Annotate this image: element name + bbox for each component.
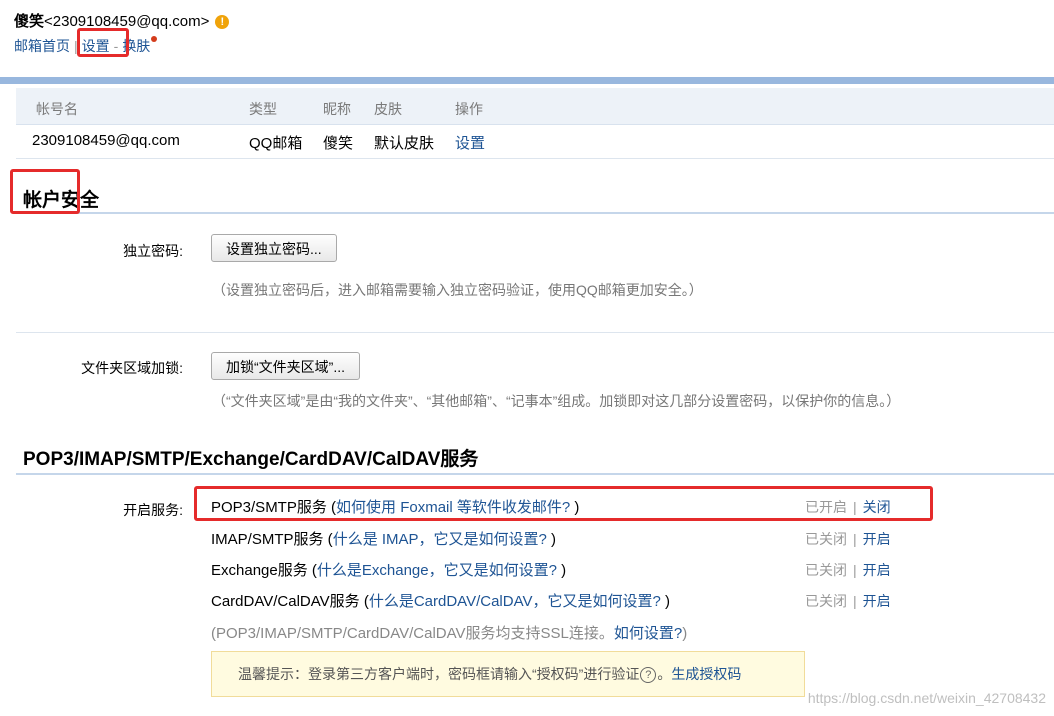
mailbox-home-link[interactable]: 邮箱首页 [14, 38, 70, 54]
status-separator: | [853, 593, 857, 609]
top-blue-bar [0, 77, 1054, 84]
row-divider [16, 158, 1054, 159]
set-password-button[interactable]: 设置独立密码... [211, 234, 337, 262]
service-status: 已关闭 [805, 562, 847, 578]
service-status: 已关闭 [805, 593, 847, 609]
status-separator: | [853, 531, 857, 547]
status-separator: | [853, 562, 857, 578]
paren-open: ( [307, 562, 317, 579]
password-note: （设置独立密码后，进入邮箱需要输入独立密码验证，使用QQ邮箱更加安全。） [212, 282, 703, 298]
account-email: 2309108459@qq.com [32, 132, 180, 149]
enable-service-label: 开启服务: [123, 502, 183, 518]
service-help-link[interactable]: 什么是 IMAP，它又是如何设置? [333, 531, 547, 548]
account-type: QQ邮箱 [249, 135, 303, 152]
notification-dot-icon [151, 36, 158, 42]
paren-open: ( [323, 531, 333, 548]
account-settings-link[interactable]: 设置 [455, 132, 485, 153]
section-divider [16, 473, 1054, 475]
ssl-note-close: ) [682, 625, 688, 642]
row-divider [16, 332, 1054, 333]
generate-auth-code-link[interactable]: 生成授权码 [671, 666, 741, 682]
question-mark-icon[interactable]: ? [640, 667, 657, 684]
folder-lock-label: 文件夹区域加锁: [81, 360, 183, 376]
service-exchange: Exchange服务 (什么是Exchange，它又是如何设置? ) [211, 559, 566, 580]
service-name: Exchange服务 [211, 562, 308, 579]
service-imap-status: 已关闭 | 开启 [805, 529, 891, 549]
account-table-header: 帐号名 类型 昵称 皮肤 操作 [16, 88, 1054, 125]
account-skin: 默认皮肤 [374, 135, 435, 152]
service-toggle-link[interactable]: 开启 [863, 531, 891, 547]
paren-close: ) [660, 593, 670, 610]
paren-open: ( [359, 593, 369, 610]
service-toggle-link[interactable]: 开启 [863, 562, 891, 578]
service-name: CardDAV/CalDAV服务 [211, 593, 360, 610]
watermark: https://blog.csdn.net/weixin_42708432 [807, 690, 1046, 706]
independent-password-label: 独立密码: [123, 243, 183, 259]
services-title: POP3/IMAP/SMTP/Exchange/CardDAV/CalDAV服务 [23, 449, 479, 470]
paren-close: ) [556, 562, 567, 579]
col-action: 操作 [455, 101, 483, 117]
service-imap-smtp: IMAP/SMTP服务 (什么是 IMAP，它又是如何设置? ) [211, 528, 556, 549]
service-help-link[interactable]: 什么是Exchange，它又是如何设置? [317, 562, 557, 579]
service-name: IMAP/SMTP服务 [211, 531, 324, 548]
warning-icon[interactable]: ! [215, 15, 230, 30]
folder-lock-note: （“文件夹区域”是由“我的文件夹”、“其他邮箱”、“记事本”组成。加锁即对这几部… [212, 393, 901, 409]
ssl-note-text: (POP3/IMAP/SMTP/CardDAV/CalDAV服务均支持SSL连接… [211, 625, 614, 642]
highlight-box-pop3 [194, 486, 933, 521]
tip-text: 温馨提示：登录第三方客户端时，密码框请输入“授权码”进行验证 [238, 666, 640, 682]
ssl-howto-link[interactable]: 如何设置? [614, 625, 682, 642]
folder-lock-button[interactable]: 加锁“文件夹区域”... [211, 352, 360, 380]
highlight-box-security [10, 169, 80, 214]
service-carddav-caldav: CardDAV/CalDAV服务 (什么是CardDAV/CalDAV，它又是如… [211, 590, 670, 611]
tip-box: 温馨提示：登录第三方客户端时，密码框请输入“授权码”进行验证? 。生成授权码 [211, 651, 805, 697]
col-skin: 皮肤 [374, 101, 402, 117]
service-status: 已关闭 [805, 531, 847, 547]
highlight-box-settings [77, 28, 129, 57]
service-carddav-status: 已关闭 | 开启 [805, 591, 891, 611]
col-type: 类型 [249, 101, 277, 117]
paren-close: ) [546, 531, 557, 548]
col-nickname: 昵称 [323, 101, 351, 117]
service-exchange-status: 已关闭 | 开启 [805, 560, 891, 580]
settings-panel: 帐号名 类型 昵称 皮肤 操作 2309108459@qq.com QQ邮箱 傻… [16, 84, 1054, 716]
service-help-link[interactable]: 什么是CardDAV/CalDAV，它又是如何设置? [369, 593, 661, 610]
account-nickname: 傻笑 [323, 135, 354, 152]
service-toggle-link[interactable]: 开启 [863, 593, 891, 609]
col-account: 帐号名 [36, 101, 78, 117]
user-name: 傻笑 [14, 13, 45, 30]
section-divider [16, 212, 1054, 214]
ssl-note: (POP3/IMAP/SMTP/CardDAV/CalDAV服务均支持SSL连接… [211, 622, 687, 643]
